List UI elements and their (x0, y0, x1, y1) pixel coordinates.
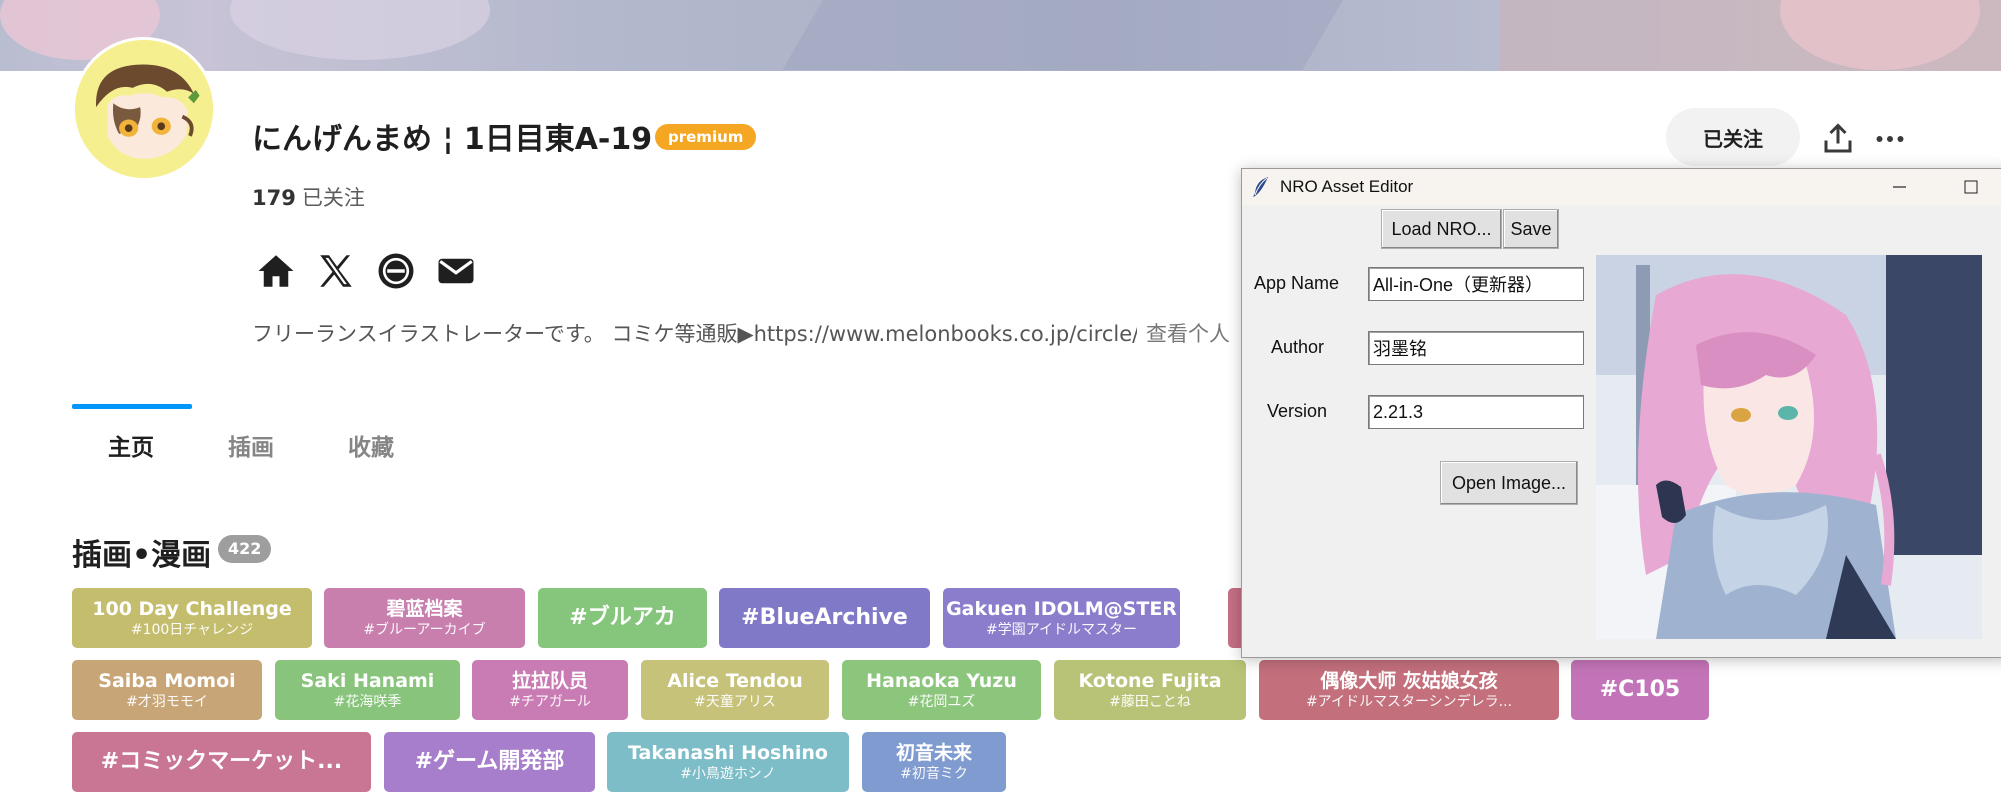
maximize-icon[interactable] (1951, 173, 1991, 201)
save-button[interactable]: Save (1503, 209, 1559, 249)
nro-asset-editor-window[interactable]: NRO Asset Editor Load NRO... Save App Na… (1241, 168, 2001, 658)
user-name: にんげんまめ ¦ 1日目東A-19 (252, 122, 653, 157)
tag-hanaoka-yuzu[interactable]: Hanaoka Yuzu #花岡ユズ (842, 660, 1041, 720)
view-profile-link[interactable]: 查看个人 (1146, 318, 1230, 348)
tag-bluearchive[interactable]: #BlueArchive (719, 588, 930, 648)
tag-idolmaster-cinderella[interactable]: 偶像大师 灰姑娘女孩 #アイドルマスターシンデレラ... (1259, 660, 1559, 720)
mail-icon[interactable] (435, 250, 477, 292)
tag-saki-hanami[interactable]: Saki Hanami #花海咲季 (275, 660, 460, 720)
following-label: 已关注 (301, 186, 365, 210)
tag-saiba-momoi[interactable]: Saiba Momoi #才羽モモイ (72, 660, 262, 720)
version-field[interactable] (1368, 395, 1584, 429)
tag-hatsune-miku[interactable]: 初音未来 #初音ミク (862, 732, 1006, 792)
premium-badge: premium (655, 124, 757, 150)
image-preview (1596, 255, 1982, 639)
load-nro-button[interactable]: Load NRO... (1381, 209, 1502, 249)
tag-kotone-fujita[interactable]: Kotone Fujita #藤田ことね (1054, 660, 1246, 720)
profile-banner (0, 0, 2001, 71)
tag-buruaka[interactable]: #ブルアカ (538, 588, 707, 648)
works-count-badge: 422 (218, 535, 272, 563)
window-titlebar[interactable]: NRO Asset Editor (1242, 169, 2001, 205)
pixiv-fanbox-icon[interactable] (375, 250, 417, 292)
tag-gakuen-idolmaster[interactable]: Gakuen IDOLM@STER #学園アイドルマスター (943, 588, 1180, 648)
tag-c105[interactable]: #C105 (1571, 660, 1709, 720)
tab-illustrations[interactable]: 插画 (228, 428, 274, 462)
version-label: Version (1267, 401, 1328, 421)
author-field[interactable] (1368, 331, 1584, 365)
tag-comic-market[interactable]: #コミックマーケット... (72, 732, 371, 792)
tag-game-dev-club[interactable]: #ゲーム開発部 (384, 732, 595, 792)
home-icon[interactable] (255, 250, 297, 292)
feather-icon (1253, 177, 1268, 197)
tag-blue-archive-cn[interactable]: 碧蓝档案 #ブルーアーカイブ (324, 588, 525, 648)
profile-bio: フリーランスイラストレーターです。 コミケ等通販▶https://www.mel… (252, 322, 1137, 346)
app-name-field[interactable] (1368, 267, 1584, 301)
tag-takanashi-hoshino[interactable]: Takanashi Hoshino #小鳥遊ホシノ (607, 732, 849, 792)
author-label: Author (1271, 337, 1325, 357)
tag-cheerleader[interactable]: 拉拉队员 #チアガール (472, 660, 628, 720)
follow-button[interactable]: 已关注 (1666, 108, 1800, 166)
following-count[interactable]: 179 已关注 (252, 182, 365, 212)
following-number: 179 (252, 186, 296, 210)
tab-home[interactable]: 主页 (108, 428, 154, 462)
section-title: 插画•漫画 (72, 538, 212, 573)
x-icon[interactable] (315, 250, 357, 292)
share-icon[interactable] (1820, 121, 1856, 157)
open-image-button[interactable]: Open Image... (1440, 461, 1578, 505)
minimize-icon[interactable] (1879, 173, 1919, 201)
app-name-label: App Name (1254, 273, 1340, 293)
avatar[interactable] (72, 37, 216, 181)
more-options-icon[interactable] (1872, 121, 1908, 157)
window-title: NRO Asset Editor (1280, 177, 1414, 196)
tag-alice-tendou[interactable]: Alice Tendou #天童アリス (641, 660, 829, 720)
tab-bookmarks[interactable]: 收藏 (348, 428, 394, 462)
tag-100-day-challenge[interactable]: 100 Day Challenge #100日チャレンジ (72, 588, 312, 648)
active-tab-indicator (72, 404, 192, 409)
